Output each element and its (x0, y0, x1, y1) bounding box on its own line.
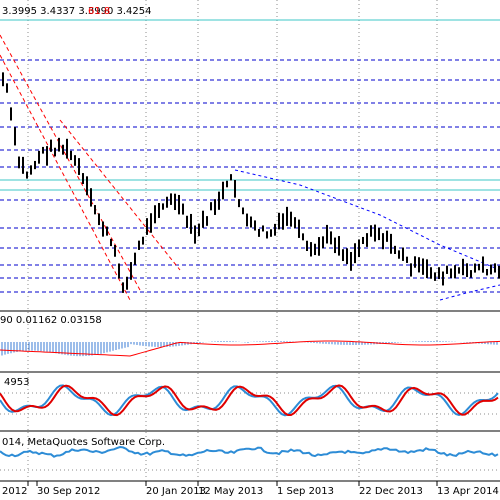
indicator-3-line (0, 445, 499, 458)
time-axis: 2012 30 Sep 2012 20 Jan 2013 12 May 2013… (2, 481, 499, 497)
stochastic-values: 4953 (4, 377, 29, 388)
macd-signal-line (0, 340, 500, 357)
copyright-text: 014, MetaQuotes Software Corp. (2, 437, 165, 448)
time-label: 2012 (2, 486, 27, 497)
trend-line (234, 169, 500, 271)
time-label: 1 Sep 2013 (277, 486, 334, 497)
macd-pane[interactable]: 90 0.01162 0.03158 (0, 312, 500, 371)
stochastic-signal-line (0, 384, 499, 417)
time-label: 22 Dec 2013 (359, 486, 423, 497)
fibo-level-label: 61.8 (88, 6, 110, 17)
price-bars (2, 72, 500, 293)
channel-line (0, 34, 141, 291)
time-label: 12 May 2013 (198, 486, 263, 497)
macd-values: 90 0.01162 0.03158 (0, 315, 102, 326)
price-pane-grid (27, 0, 438, 310)
price-pane[interactable]: 3.3995 3.4337 3.3990 3.4254 61.8 (0, 0, 500, 310)
regression-channel[interactable] (0, 34, 181, 301)
time-label: 20 Jan 2013 (146, 486, 206, 497)
channel-line (0, 54, 131, 301)
price-header-values: 3.3995 3.4337 3.3990 3.4254 (2, 6, 152, 17)
time-label: 13 Apr 2014 (437, 486, 499, 497)
time-label: 30 Sep 2012 (37, 486, 100, 497)
indicator-pane-3[interactable]: 014, MetaQuotes Software Corp. (0, 432, 500, 480)
stochastic-pane-grid (0, 373, 500, 430)
trading-terminal-chart[interactable]: 3.3995 3.4337 3.3990 3.4254 61.8 90 0.01… (0, 0, 500, 500)
stochastic-pane[interactable]: 4953 (0, 373, 500, 430)
